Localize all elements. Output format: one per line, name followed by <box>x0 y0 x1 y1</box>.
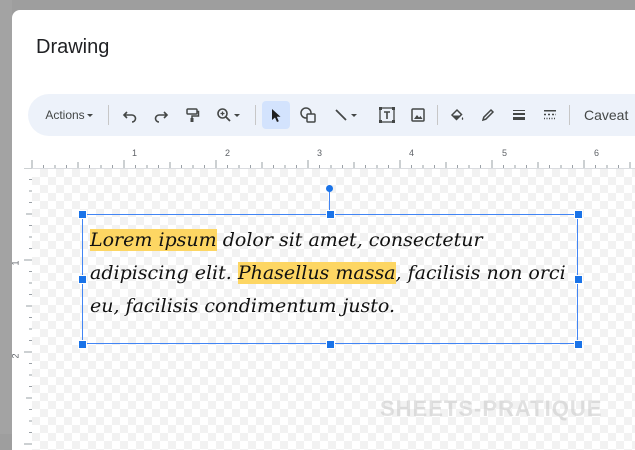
chevron-down-icon <box>351 114 357 117</box>
line-tool-button[interactable] <box>328 103 364 127</box>
ruler-label: 2 <box>225 148 231 158</box>
resize-handle-right[interactable] <box>574 275 583 284</box>
actions-menu-button[interactable]: Actions <box>40 103 100 127</box>
resize-handle-bottom[interactable] <box>326 340 335 349</box>
vertical-ruler: 1 2 <box>12 168 33 450</box>
redo-button[interactable] <box>149 103 173 127</box>
font-family-label: Caveat <box>584 107 629 123</box>
image-icon <box>411 108 425 122</box>
ruler-label: 5 <box>502 148 508 158</box>
drawing-dialog: Drawing Actions Caveat 1 2 3 4 5 6 Lorem… <box>12 10 635 450</box>
ruler-label: 1 <box>12 260 21 265</box>
dialog-title: Drawing <box>36 36 110 58</box>
chevron-down-icon <box>234 114 240 117</box>
toolbar-divider <box>437 105 438 125</box>
highlighted-text: Phasellus massa <box>237 262 396 284</box>
resize-handle-top-left[interactable] <box>78 210 87 219</box>
zoom-button[interactable] <box>210 103 248 127</box>
border-weight-icon <box>513 110 525 120</box>
select-icon <box>272 109 281 122</box>
image-button[interactable] <box>406 103 430 127</box>
border-color-button[interactable] <box>476 103 500 127</box>
toolbar-divider <box>255 105 256 125</box>
text-box-content[interactable]: Lorem ipsum dolor sit amet, consectetur … <box>90 224 570 323</box>
resize-handle-left[interactable] <box>78 275 87 284</box>
ruler-ticks <box>24 168 32 445</box>
border-dash-button[interactable] <box>538 103 562 127</box>
resize-handle-bottom-left[interactable] <box>78 340 87 349</box>
horizontal-ruler: 1 2 3 4 5 6 <box>12 148 635 169</box>
ruler-label: 2 <box>12 353 21 358</box>
zoom-icon <box>217 108 231 122</box>
ruler-label: 4 <box>409 148 415 158</box>
ruler-label: 3 <box>317 148 323 158</box>
ruler-ticks <box>31 160 631 168</box>
font-family-dropdown[interactable]: Caveat <box>584 103 635 127</box>
border-color-icon <box>481 108 495 122</box>
toolbar: Actions Caveat <box>28 94 635 136</box>
backdrop <box>0 0 12 434</box>
paint-format-icon <box>186 108 200 122</box>
redo-icon <box>154 111 169 123</box>
ruler-label: 6 <box>594 148 600 158</box>
fill-color-button[interactable] <box>445 103 469 127</box>
fill-color-icon <box>450 108 464 121</box>
rotation-handle[interactable] <box>326 185 333 192</box>
resize-handle-bottom-right[interactable] <box>574 340 583 349</box>
toolbar-divider <box>108 105 109 125</box>
chevron-down-icon <box>86 114 93 117</box>
resize-handle-top[interactable] <box>326 210 335 219</box>
paint-format-button[interactable] <box>180 103 204 127</box>
toolbar-divider <box>569 105 570 125</box>
line-icon <box>335 109 347 121</box>
ruler-label: 1 <box>132 148 138 158</box>
text-box-button[interactable] <box>375 103 399 127</box>
border-weight-button[interactable] <box>507 103 531 127</box>
actions-label: Actions <box>45 108 85 122</box>
watermark: SHEETS-PRATIQUE <box>380 396 603 421</box>
resize-handle-top-right[interactable] <box>574 210 583 219</box>
select-tool-button[interactable] <box>262 101 290 129</box>
undo-button[interactable] <box>118 103 142 127</box>
border-dash-icon <box>544 110 556 120</box>
undo-icon <box>122 111 137 123</box>
shape-tool-button[interactable] <box>296 103 320 127</box>
shape-icon <box>300 107 316 123</box>
text-box-icon <box>379 107 395 123</box>
highlighted-text: Lorem ipsum <box>90 229 217 251</box>
